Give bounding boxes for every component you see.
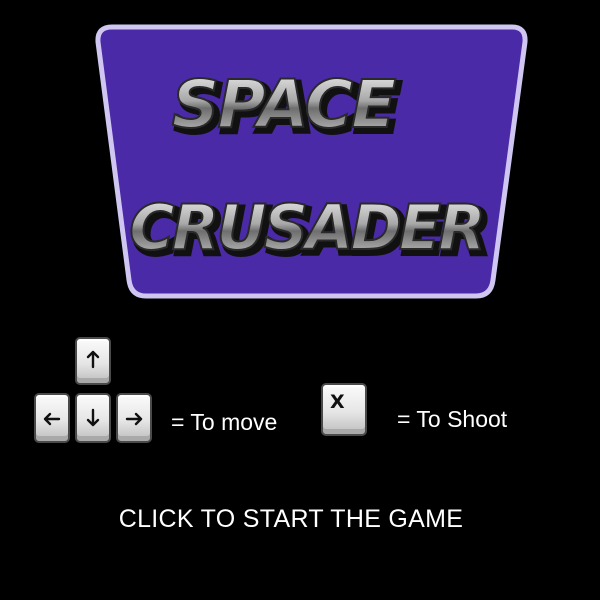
shoot-instruction: = To Shoot — [397, 406, 508, 432]
game-title-line2: CRUSADER — [129, 191, 483, 264]
title-banner: SPACE SPACE CRUSADER CRUSADER — [95, 24, 528, 299]
game-title-line1: SPACE — [172, 66, 396, 143]
arrow-down-key-icon — [75, 393, 111, 443]
arrow-right-key-icon — [116, 393, 152, 443]
move-instruction: = To move — [171, 409, 278, 435]
start-game-button[interactable]: CLICK TO START THE GAME — [0, 505, 582, 534]
arrow-up-key-icon — [75, 337, 111, 385]
x-key-icon: X — [321, 383, 367, 436]
arrow-left-key-icon — [34, 393, 70, 443]
game-canvas[interactable]: SPACE SPACE CRUSADER CRUSADER = To move … — [0, 0, 600, 600]
x-key-label: X — [330, 391, 345, 413]
